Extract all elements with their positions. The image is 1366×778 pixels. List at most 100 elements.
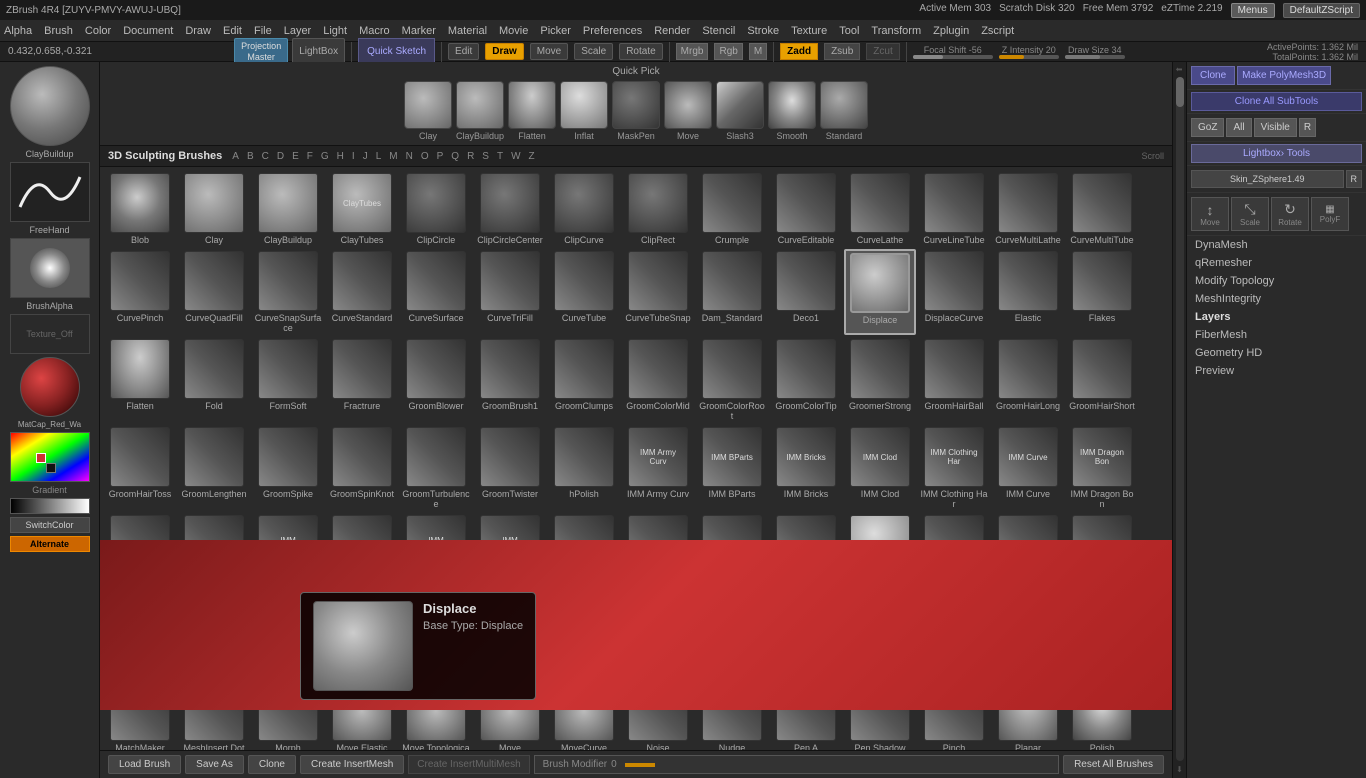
list-item[interactable]: GroomHairLong [992,337,1064,423]
zcut-button[interactable]: Zcut [866,43,899,60]
list-item[interactable]: Elastic [992,249,1064,335]
list-item[interactable]: Flatten [104,337,176,423]
menu-movie[interactable]: Movie [499,25,528,37]
menu-color[interactable]: Color [85,25,111,37]
qremesher-item[interactable]: qRemesher [1187,254,1366,272]
menu-material[interactable]: Material [448,25,487,37]
draw-button[interactable]: Draw [485,43,523,60]
alpha-g[interactable]: G [319,151,331,162]
list-item[interactable]: IMM BricksIMM Bricks [770,425,842,511]
qp-brush-claybuildup[interactable]: ClayBuildup [456,81,504,141]
list-item[interactable]: IMM Dragon BonIMM Dragon Bon [1066,425,1138,511]
alpha-a[interactable]: A [230,151,241,162]
menus-button[interactable]: Menus [1231,3,1275,18]
menu-zplugin[interactable]: Zplugin [933,25,969,37]
geometry-hd-item[interactable]: Geometry HD [1187,344,1366,362]
move-icon-btn[interactable]: ↕ Move [1191,197,1229,231]
reset-brushes-button[interactable]: Reset All Brushes [1063,755,1164,774]
alpha-w[interactable]: W [509,151,522,162]
goz-button[interactable]: GoZ [1191,118,1224,137]
lightbox-tools-button[interactable]: Lightbox› Tools [1191,144,1362,163]
list-item[interactable]: GroomColorRoot [696,337,768,423]
list-item[interactable]: ClipCircleCenter [474,171,546,247]
layers-item[interactable]: Layers [1187,308,1366,326]
qp-brush-flatten[interactable]: Flatten [508,81,556,141]
list-item[interactable]: CurveTube [548,249,620,335]
list-item[interactable]: CurveTriFill [474,249,546,335]
menu-draw[interactable]: Draw [185,25,211,37]
scale-button[interactable]: Scale [574,43,613,60]
list-item[interactable]: GroomColorMid [622,337,694,423]
qp-brush-clay[interactable]: Clay [404,81,452,141]
qp-brush-inflat[interactable]: Inflat [560,81,608,141]
menu-stencil[interactable]: Stencil [702,25,735,37]
menu-macro[interactable]: Macro [359,25,390,37]
all-button[interactable]: All [1226,118,1251,137]
list-item[interactable]: Deco1 [770,249,842,335]
menu-stroke[interactable]: Stroke [747,25,779,37]
alpha-i[interactable]: I [350,151,357,162]
move-button[interactable]: Move [530,43,568,60]
alpha-d[interactable]: D [275,151,286,162]
list-item[interactable]: IMM BPartsIMM BParts [696,425,768,511]
list-item[interactable]: CurveTubeSnap [622,249,694,335]
menu-document[interactable]: Document [123,25,173,37]
menu-light[interactable]: Light [323,25,347,37]
list-item[interactable]: IMM CurveIMM Curve [992,425,1064,511]
menu-texture[interactable]: Texture [791,25,827,37]
list-item[interactable]: GroomColorTip [770,337,842,423]
alpha-h[interactable]: H [335,151,346,162]
list-item[interactable]: CurveQuadFill [178,249,250,335]
load-brush-button[interactable]: Load Brush [108,755,181,774]
qp-brush-maskpen[interactable]: MaskPen [612,81,660,141]
alpha-m[interactable]: M [387,151,399,162]
alpha-r[interactable]: R [465,151,476,162]
list-item[interactable]: CurveStandard [326,249,398,335]
list-item[interactable]: GroomTwister [474,425,546,511]
list-item[interactable]: ClayTubesClayTubes [326,171,398,247]
list-item[interactable]: FormSoft [252,337,324,423]
menu-zscript[interactable]: Zscript [981,25,1014,37]
menu-file[interactable]: File [254,25,272,37]
list-item[interactable]: Fold [178,337,250,423]
list-item[interactable]: IMM Clothing HarIMM Clothing Har [918,425,990,511]
alpha-j[interactable]: J [361,151,370,162]
menu-picker[interactable]: Picker [540,25,571,37]
list-item[interactable]: Crumple [696,171,768,247]
list-item[interactable]: GroomLengthen [178,425,250,511]
scroll-thumb[interactable] [1176,77,1184,107]
list-item[interactable]: IMM ClodIMM Clod [844,425,916,511]
menu-render[interactable]: Render [654,25,690,37]
qp-brush-smooth[interactable]: Smooth [768,81,816,141]
list-item[interactable]: GroomerStrong [844,337,916,423]
polyf-icon-btn[interactable]: ▦ PolyF [1311,197,1349,231]
list-item[interactable]: CurvePinch [104,249,176,335]
list-item[interactable]: ClipRect [622,171,694,247]
save-as-button[interactable]: Save As [185,755,244,774]
qp-brush-standard[interactable]: Standard [820,81,868,141]
menu-layer[interactable]: Layer [284,25,312,37]
visible-button[interactable]: Visible [1254,118,1297,137]
dynamesh-item[interactable]: DynaMesh [1187,236,1366,254]
menu-brush[interactable]: Brush [44,25,73,37]
list-item[interactable]: CurveLathe [844,171,916,247]
list-item[interactable]: DisplaceCurve [918,249,990,335]
list-item[interactable]: Blob [104,171,176,247]
rotate-icon-btn[interactable]: ↻ Rotate [1271,197,1309,231]
menu-alpha[interactable]: Alpha [4,25,32,37]
alpha-t[interactable]: T [495,151,505,162]
list-item[interactable]: CurveSurface [400,249,472,335]
list-item[interactable]: GroomClumps [548,337,620,423]
list-item[interactable]: GroomTurbulence [400,425,472,511]
list-item[interactable]: CurveLineTube [918,171,990,247]
zsub-button[interactable]: Zsub [824,43,860,60]
list-item[interactable]: ClayBuildup [252,171,324,247]
list-item[interactable]: CurveMultiTube [1066,171,1138,247]
skin-button[interactable]: Skin_ZSphere1.49 [1191,170,1344,188]
list-item[interactable]: GroomSpike [252,425,324,511]
make-polymesh-button[interactable]: Make PolyMesh3D [1237,66,1331,85]
list-item[interactable]: ClipCurve [548,171,620,247]
alpha-q[interactable]: Q [449,151,461,162]
list-item[interactable]: ClipCircle [400,171,472,247]
alpha-l[interactable]: L [374,151,384,162]
